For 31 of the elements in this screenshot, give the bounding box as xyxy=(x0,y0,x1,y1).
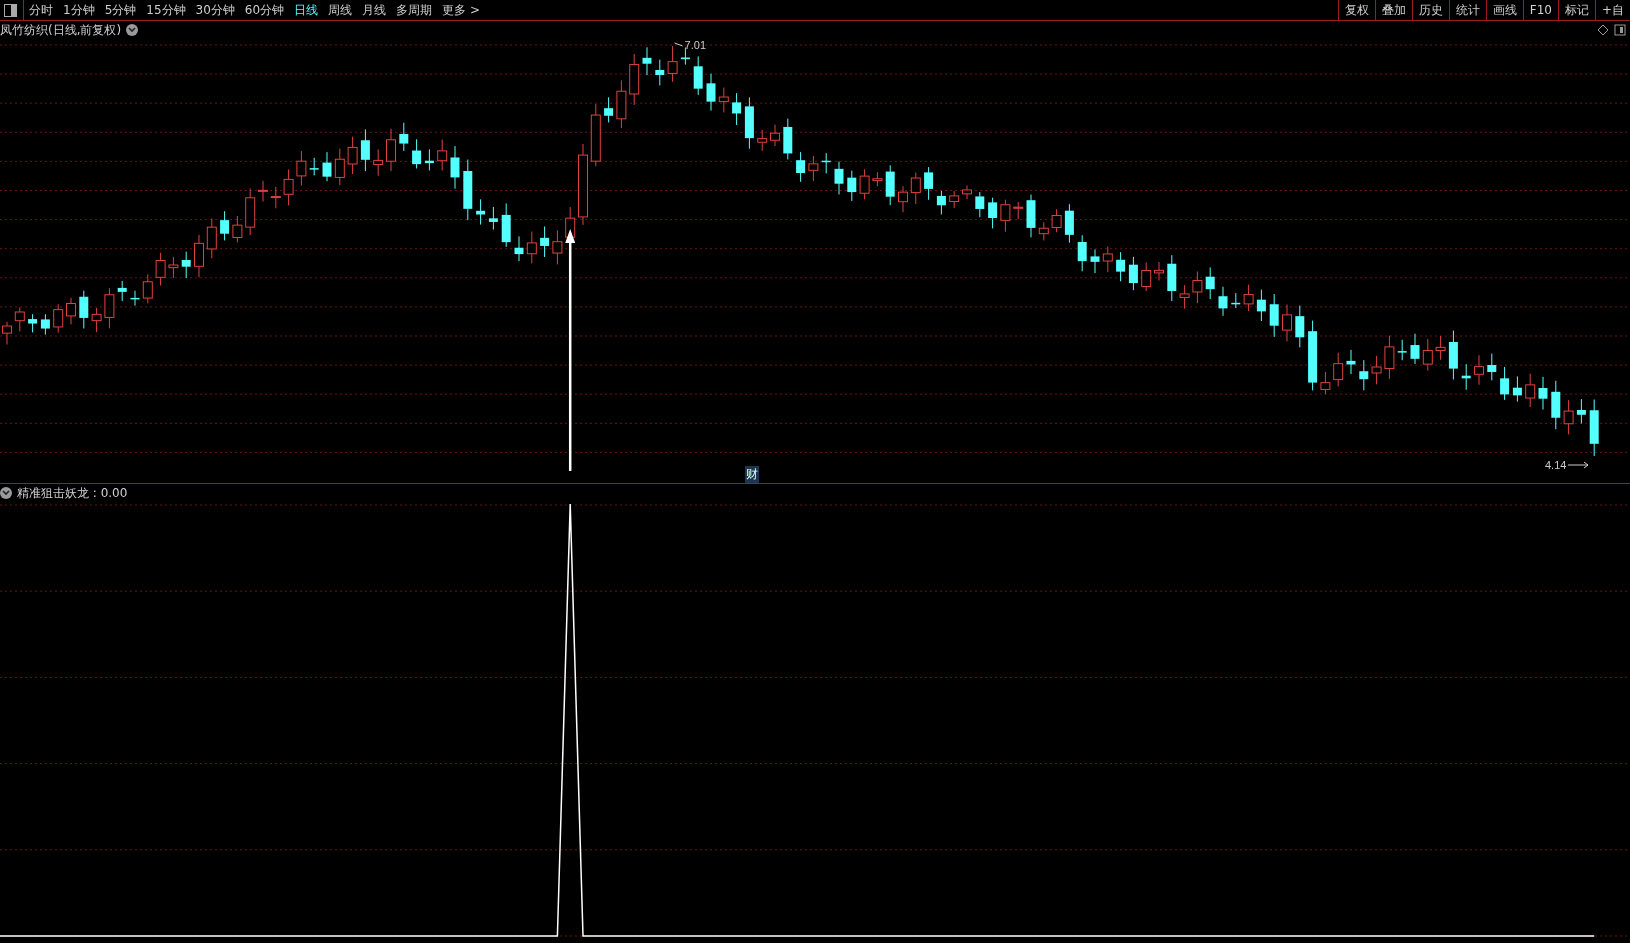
toolbar-button[interactable]: +自 xyxy=(1594,0,1630,20)
chart-title: 凤竹纺织(日线,前复权) xyxy=(0,21,122,39)
period-tab[interactable]: 30分钟 xyxy=(190,0,240,20)
period-tab[interactable]: 日线 xyxy=(289,0,324,20)
period-tab[interactable]: 分时 xyxy=(23,0,58,20)
period-tab[interactable]: 15分钟 xyxy=(141,0,191,20)
period-tab[interactable]: 更多 > xyxy=(437,0,485,20)
toolbar-button[interactable]: 画线 xyxy=(1485,0,1523,20)
toolbar-button[interactable]: 历史 xyxy=(1411,0,1449,20)
period-tab[interactable]: 多周期 xyxy=(391,0,438,20)
toolbar-button[interactable]: 叠加 xyxy=(1374,0,1412,20)
toolbar-button[interactable]: F10 xyxy=(1522,0,1558,20)
period-tab[interactable]: 1分钟 xyxy=(58,0,100,20)
dropdown-icon[interactable] xyxy=(0,487,12,499)
event-marker[interactable]: 财 xyxy=(745,466,759,483)
diamond-icon[interactable] xyxy=(1597,24,1609,36)
leader-line xyxy=(674,42,684,47)
panel-toggle-icon[interactable] xyxy=(1614,24,1626,36)
toolbar-button[interactable]: 标记 xyxy=(1557,0,1595,20)
leader-line xyxy=(1567,461,1589,469)
period-tab[interactable]: 周线 xyxy=(323,0,358,20)
toolbar-button[interactable]: 复权 xyxy=(1337,0,1375,20)
dropdown-icon[interactable] xyxy=(126,24,139,36)
toolbar-button[interactable]: 统计 xyxy=(1448,0,1486,20)
period-tab[interactable]: 60分钟 xyxy=(239,0,290,20)
period-tab[interactable]: 5分钟 xyxy=(99,0,142,20)
indicator-label: 精准狙击妖龙 : 0.00 xyxy=(17,484,128,502)
high-price-label: 7.01 xyxy=(684,39,706,51)
period-tab[interactable]: 月线 xyxy=(357,0,392,20)
low-price-label: 4.14 xyxy=(1545,459,1567,471)
panel-toggle-icon[interactable] xyxy=(4,3,17,17)
